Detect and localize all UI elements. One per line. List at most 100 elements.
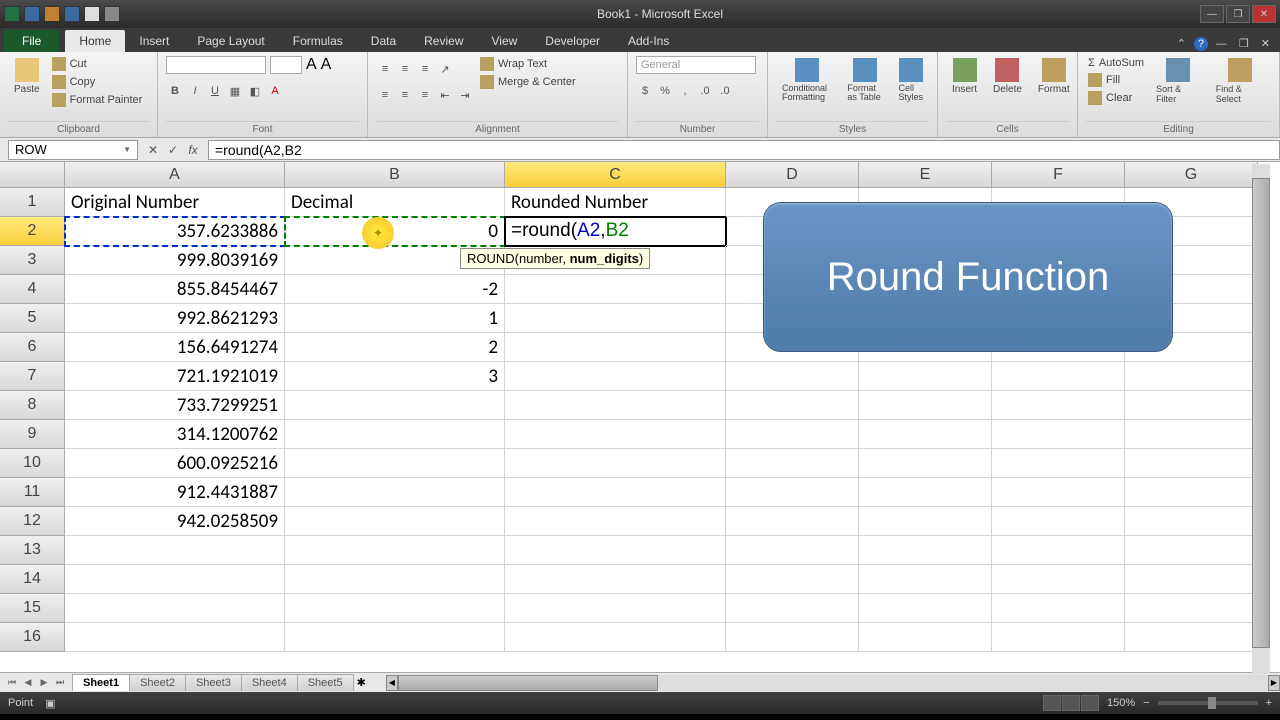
hscroll-thumb[interactable] [398, 675, 658, 691]
macro-record-icon[interactable]: ▣ [45, 697, 55, 710]
decrease-decimal-icon[interactable]: .0 [716, 82, 734, 100]
fill-button[interactable]: Fill [1086, 72, 1146, 88]
cell-A12[interactable]: 942.0258509 [65, 507, 285, 536]
decrease-font-icon[interactable]: A [321, 56, 332, 74]
cell-E16[interactable] [859, 623, 992, 652]
row-header-11[interactable]: 11 [0, 478, 65, 507]
cell-C10[interactable] [505, 449, 726, 478]
chevron-down-icon[interactable]: ▼ [123, 145, 131, 154]
cell-B16[interactable] [285, 623, 505, 652]
cell-A3[interactable]: 999.8039169 [65, 246, 285, 275]
tab-home[interactable]: Home [65, 30, 125, 52]
col-header-A[interactable]: A [65, 162, 285, 188]
cell-E15[interactable] [859, 594, 992, 623]
formula-input[interactable]: =round(A2,B2 [208, 140, 1280, 160]
cell-C11[interactable] [505, 478, 726, 507]
tab-data[interactable]: Data [357, 30, 410, 52]
worksheet-grid[interactable]: ABCDEFG 12345678910111213141516 Original… [0, 162, 1280, 672]
cell-G7[interactable] [1125, 362, 1258, 391]
cell-B12[interactable] [285, 507, 505, 536]
cell-A6[interactable]: 156.6491274 [65, 333, 285, 362]
cell-G14[interactable] [1125, 565, 1258, 594]
row-header-5[interactable]: 5 [0, 304, 65, 333]
vertical-scrollbar[interactable] [1252, 164, 1270, 674]
font-size-combo[interactable] [270, 56, 302, 74]
cell-D9[interactable] [726, 420, 859, 449]
row-header-6[interactable]: 6 [0, 333, 65, 362]
cell-G10[interactable] [1125, 449, 1258, 478]
sheet-tab-sheet5[interactable]: Sheet5 [297, 674, 354, 691]
cell-F13[interactable] [992, 536, 1125, 565]
excel-icon[interactable] [4, 6, 20, 22]
cell-D11[interactable] [726, 478, 859, 507]
cell-G13[interactable] [1125, 536, 1258, 565]
cell-F11[interactable] [992, 478, 1125, 507]
new-icon[interactable] [84, 6, 100, 22]
col-header-D[interactable]: D [726, 162, 859, 188]
copy-button[interactable]: Copy [50, 74, 145, 90]
cell-A8[interactable]: 733.7299251 [65, 391, 285, 420]
font-color-button[interactable]: A [266, 82, 284, 100]
new-sheet-icon[interactable]: ✱ [357, 676, 366, 689]
cell-A13[interactable] [65, 536, 285, 565]
zoom-level[interactable]: 150% [1107, 697, 1135, 709]
comma-icon[interactable]: , [676, 82, 694, 100]
cell-E8[interactable] [859, 391, 992, 420]
cell-D14[interactable] [726, 565, 859, 594]
align-center-icon[interactable]: ≡ [396, 86, 414, 104]
number-format-combo[interactable]: General [636, 56, 756, 74]
row-header-14[interactable]: 14 [0, 565, 65, 594]
window-close-icon[interactable]: ✕ [1257, 35, 1274, 52]
row-header-10[interactable]: 10 [0, 449, 65, 478]
underline-button[interactable]: U [206, 82, 224, 100]
hscroll-right-icon[interactable]: ▶ [1268, 675, 1280, 691]
cell-B9[interactable] [285, 420, 505, 449]
name-box[interactable]: ROW ▼ [8, 140, 138, 160]
cell-E13[interactable] [859, 536, 992, 565]
cell-styles-button[interactable]: Cell Styles [893, 56, 930, 121]
enter-formula-icon[interactable]: ✓ [164, 141, 182, 159]
cell-C6[interactable] [505, 333, 726, 362]
cell-E14[interactable] [859, 565, 992, 594]
cell-C5[interactable] [505, 304, 726, 333]
cell-G16[interactable] [1125, 623, 1258, 652]
row-header-3[interactable]: 3 [0, 246, 65, 275]
page-layout-view-icon[interactable] [1062, 695, 1080, 711]
paste-button[interactable]: Paste [8, 56, 46, 121]
cell-G9[interactable] [1125, 420, 1258, 449]
merge-center-button[interactable]: Merge & Center [478, 74, 578, 90]
cell-A4[interactable]: 855.8454467 [65, 275, 285, 304]
cell-A16[interactable] [65, 623, 285, 652]
hscroll-left-icon[interactable]: ◀ [386, 675, 398, 691]
cell-C8[interactable] [505, 391, 726, 420]
tab-review[interactable]: Review [410, 30, 477, 52]
zoom-in-icon[interactable]: + [1266, 697, 1272, 709]
fx-icon[interactable]: fx [184, 141, 202, 159]
cell-A5[interactable]: 992.8621293 [65, 304, 285, 333]
cell-D13[interactable] [726, 536, 859, 565]
col-header-B[interactable]: B [285, 162, 505, 188]
cell-E9[interactable] [859, 420, 992, 449]
cell-F7[interactable] [992, 362, 1125, 391]
cell-D12[interactable] [726, 507, 859, 536]
align-top-icon[interactable]: ≡ [376, 60, 394, 78]
cell-E12[interactable] [859, 507, 992, 536]
cell-A14[interactable] [65, 565, 285, 594]
cell-C14[interactable] [505, 565, 726, 594]
cell-E7[interactable] [859, 362, 992, 391]
cell-B1[interactable]: Decimal [285, 188, 505, 217]
tab-insert[interactable]: Insert [125, 30, 183, 52]
cell-F16[interactable] [992, 623, 1125, 652]
insert-cells-button[interactable]: Insert [946, 56, 983, 121]
cell-F10[interactable] [992, 449, 1125, 478]
cell-C1[interactable]: Rounded Number [505, 188, 726, 217]
last-sheet-icon[interactable]: ⏭ [52, 675, 68, 691]
normal-view-icon[interactable] [1043, 695, 1061, 711]
clear-button[interactable]: Clear [1086, 90, 1146, 106]
cell-G8[interactable] [1125, 391, 1258, 420]
tab-addins[interactable]: Add-Ins [614, 30, 683, 52]
delete-cells-button[interactable]: Delete [987, 56, 1028, 121]
row-header-13[interactable]: 13 [0, 536, 65, 565]
tab-formulas[interactable]: Formulas [279, 30, 357, 52]
open-icon[interactable] [44, 6, 60, 22]
